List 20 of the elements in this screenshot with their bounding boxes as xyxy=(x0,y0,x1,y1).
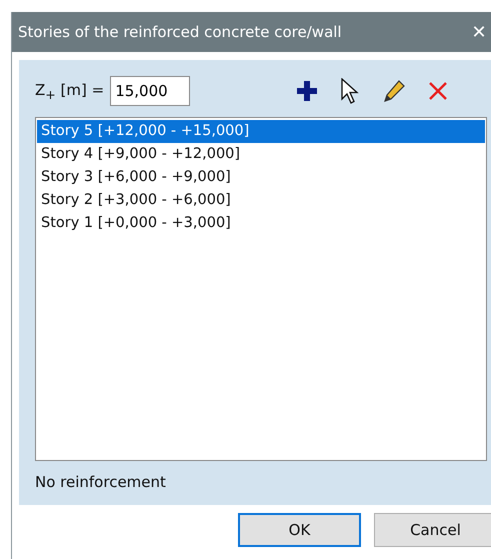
select-button[interactable] xyxy=(340,78,360,104)
delete-button[interactable] xyxy=(428,81,448,101)
status-text: No reinforcement xyxy=(35,473,167,491)
plus-icon xyxy=(296,80,318,102)
story-item[interactable]: Story 1 [+0,000 - +3,000] xyxy=(37,212,485,235)
story-item[interactable]: Story 4 [+9,000 - +12,000] xyxy=(37,143,485,166)
cancel-button[interactable]: Cancel xyxy=(374,513,491,547)
story-item[interactable]: Story 2 [+3,000 - +6,000] xyxy=(37,189,485,212)
window-title: Stories of the reinforced concrete core/wall xyxy=(18,23,342,41)
close-button[interactable]: ✕ xyxy=(466,22,491,42)
close-icon xyxy=(428,81,448,101)
edit-button[interactable] xyxy=(382,79,406,103)
story-item[interactable]: Story 5 [+12,000 - +15,000] xyxy=(37,120,485,143)
pencil-icon xyxy=(382,79,406,103)
height-input[interactable]: 15,000 xyxy=(110,76,190,106)
add-button[interactable] xyxy=(296,80,318,102)
story-item[interactable]: Story 3 [+6,000 - +9,000] xyxy=(37,166,485,189)
height-label: Z$_{+}$ [m] = xyxy=(35,80,104,102)
pointer-icon xyxy=(340,78,360,104)
ok-button[interactable]: OK xyxy=(238,513,361,547)
